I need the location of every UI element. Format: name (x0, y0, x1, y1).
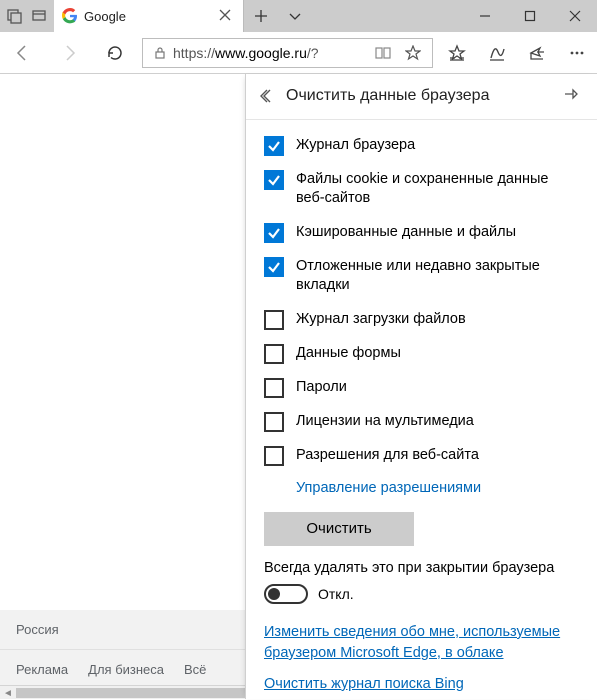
more-icon[interactable] (557, 32, 597, 74)
notes-icon[interactable] (477, 32, 517, 74)
checkbox-label: Пароли (296, 378, 347, 398)
toggle-state-label: Откл. (318, 586, 354, 602)
checkbox-label: Разрешения для веб-сайта (296, 446, 479, 466)
checkbox-row: Отложенные или недавно закрытые вкладки (264, 257, 579, 296)
address-box[interactable]: https://www.google.ru/? (142, 38, 433, 68)
checkbox[interactable] (264, 257, 284, 277)
reading-view-icon[interactable] (368, 45, 398, 61)
tab-close-icon[interactable] (219, 9, 233, 23)
scroll-left-icon[interactable]: ◄ (0, 686, 16, 700)
tab-title: Google (84, 9, 213, 24)
panel-back-icon[interactable] (256, 88, 280, 104)
footer-link[interactable]: Всё (184, 662, 206, 677)
pin-icon[interactable] (563, 88, 583, 104)
checkbox-row: Лицензии на мультимедиа (264, 412, 579, 432)
tab-actions-icon[interactable] (278, 0, 312, 32)
forward-button[interactable] (46, 32, 92, 74)
checkbox[interactable] (264, 412, 284, 432)
checkbox[interactable] (264, 136, 284, 156)
checkbox-label: Журнал браузера (296, 136, 415, 156)
checkbox[interactable] (264, 223, 284, 243)
always-delete-toggle[interactable] (264, 584, 308, 604)
panel-title: Очистить данные браузера (286, 87, 563, 105)
checkbox[interactable] (264, 344, 284, 364)
browser-tab[interactable]: Google (54, 0, 244, 32)
checkbox-label: Данные формы (296, 344, 401, 364)
address-bar-row: https://www.google.ru/? (0, 32, 597, 74)
checkbox-label: Файлы cookie и сохраненные данные веб-са… (296, 170, 579, 209)
clear-data-panel: Очистить данные браузера Журнал браузера… (245, 74, 597, 699)
checkbox-row: Пароли (264, 378, 579, 398)
checkbox-row: Файлы cookie и сохраненные данные веб-са… (264, 170, 579, 209)
refresh-button[interactable] (92, 32, 138, 74)
clear-button[interactable]: Очистить (264, 512, 414, 546)
checkbox[interactable] (264, 170, 284, 190)
favorites-hub-icon[interactable] (437, 32, 477, 74)
bing-history-link[interactable]: Очистить журнал поиска Bing (264, 674, 579, 695)
panel-header: Очистить данные браузера (246, 74, 597, 120)
checkbox[interactable] (264, 378, 284, 398)
footer-link[interactable]: Реклама (16, 662, 68, 677)
close-window-button[interactable] (552, 0, 597, 32)
minimize-button[interactable] (462, 0, 507, 32)
lock-icon (147, 46, 173, 60)
tab-preview-icon[interactable] (30, 7, 48, 25)
title-bar: Google (0, 0, 597, 32)
manage-permissions-link[interactable]: Управление разрешениями (296, 480, 579, 496)
share-icon[interactable] (517, 32, 557, 74)
favorite-star-icon[interactable] (398, 45, 428, 61)
always-delete-label: Всегда удалять это при закрытии браузера (264, 560, 579, 576)
back-button[interactable] (0, 32, 46, 74)
checkbox-row: Данные формы (264, 344, 579, 364)
checkbox-row: Журнал браузера (264, 136, 579, 156)
cloud-info-link[interactable]: Изменить сведения обо мне, используемые … (264, 622, 579, 664)
footer-link[interactable]: Для бизнеса (88, 662, 164, 677)
checkbox-row: Разрешения для веб-сайта (264, 446, 579, 466)
tab-aside-icon[interactable] (6, 7, 24, 25)
checkbox-row: Кэшированные данные и файлы (264, 223, 579, 243)
checkbox[interactable] (264, 310, 284, 330)
new-tab-button[interactable] (244, 0, 278, 32)
checkbox-label: Отложенные или недавно закрытые вкладки (296, 257, 579, 296)
checkbox[interactable] (264, 446, 284, 466)
checkbox-label: Журнал загрузки файлов (296, 310, 466, 330)
checkbox-label: Лицензии на мультимедиа (296, 412, 474, 432)
url-text: https://www.google.ru/? (173, 45, 368, 61)
google-favicon-icon (62, 8, 78, 24)
panel-body: Журнал браузера Файлы cookie и сохраненны… (246, 120, 597, 699)
checkbox-label: Кэшированные данные и файлы (296, 223, 516, 243)
maximize-button[interactable] (507, 0, 552, 32)
checkbox-row: Журнал загрузки файлов (264, 310, 579, 330)
